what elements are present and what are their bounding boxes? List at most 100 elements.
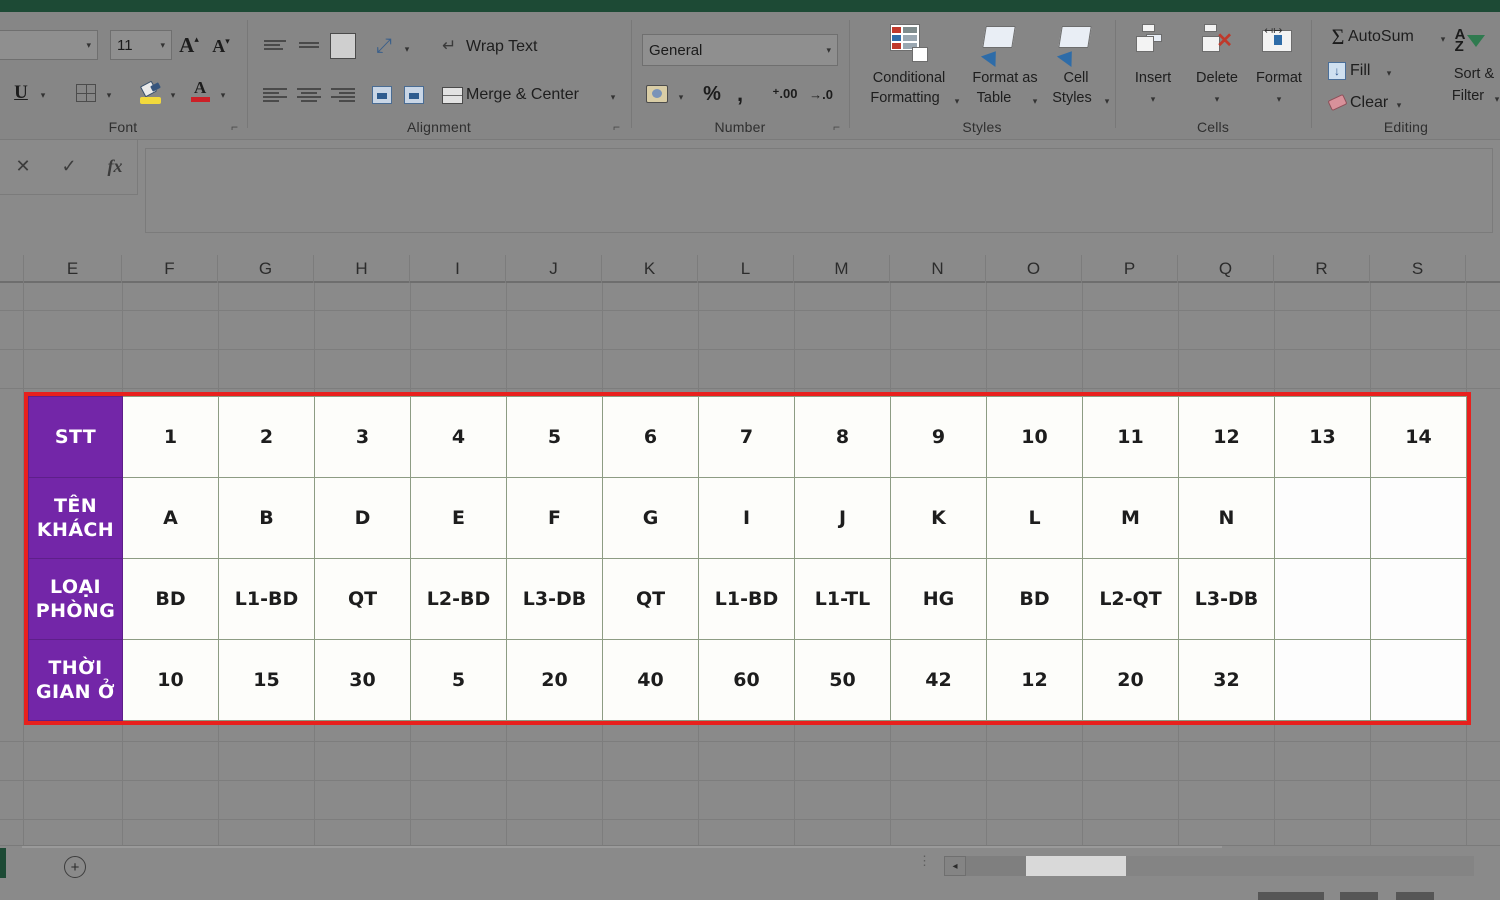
cell-stay-3[interactable]: 30 xyxy=(314,639,411,721)
table-row[interactable]: LOẠI PHÒNG BD L1-BD QT L2-BD L3-DB QT L1… xyxy=(28,558,1467,640)
number-dialog-launcher[interactable]: ⌐ xyxy=(833,120,840,134)
cell-stay-6[interactable]: 40 xyxy=(602,639,699,721)
font-name-combo[interactable]: ▾ xyxy=(0,30,98,60)
cell-room-11[interactable]: L2-QT xyxy=(1082,558,1179,640)
cell-room-5[interactable]: L3-DB xyxy=(506,558,603,640)
format-as-table-label-line2[interactable]: Table xyxy=(958,90,1030,107)
column-header-I[interactable]: I xyxy=(410,255,506,283)
percent-style-icon[interactable]: % xyxy=(700,82,724,106)
top-align-icon[interactable] xyxy=(262,34,288,56)
format-dropdown-icon[interactable]: ▾ xyxy=(1272,92,1286,106)
autosum-icon[interactable]: Σ xyxy=(1326,24,1350,50)
cell-room-13[interactable] xyxy=(1274,558,1371,640)
scroll-left-button[interactable]: ◂ xyxy=(944,856,966,876)
table-row[interactable]: STT 1 2 3 4 5 6 7 8 9 10 11 12 13 14 xyxy=(28,396,1467,478)
comma-style-icon[interactable]: , xyxy=(730,81,750,106)
column-header-L[interactable]: L xyxy=(698,255,794,283)
cell-room-14[interactable] xyxy=(1370,558,1467,640)
split-handle[interactable]: ⋮ xyxy=(918,854,931,867)
cell-stay-7[interactable]: 60 xyxy=(698,639,795,721)
new-sheet-button[interactable]: + xyxy=(64,856,86,878)
font-dialog-launcher[interactable]: ⌐ xyxy=(231,120,238,134)
cell-name-9[interactable]: K xyxy=(890,477,987,559)
cell-name-12[interactable]: N xyxy=(1178,477,1275,559)
autosum-dropdown-icon[interactable]: ▾ xyxy=(1436,32,1450,46)
cell-stt-2[interactable]: 2 xyxy=(218,396,315,478)
cell-styles-label-line1[interactable]: Cell xyxy=(1042,70,1110,87)
format-label[interactable]: Format xyxy=(1246,70,1312,87)
merge-center-dropdown-icon[interactable]: ▾ xyxy=(606,90,620,104)
cell-name-13[interactable] xyxy=(1274,477,1371,559)
cell-stay-12[interactable]: 32 xyxy=(1178,639,1275,721)
align-left-icon[interactable] xyxy=(262,84,288,106)
number-format-combo[interactable]: General ▾ xyxy=(642,34,838,66)
cell-stay-2[interactable]: 15 xyxy=(218,639,315,721)
increase-decimal-icon[interactable]: ⁺.00 xyxy=(770,82,800,106)
decrease-decimal-icon[interactable]: →.0 xyxy=(806,82,836,106)
confirm-icon[interactable]: ✓ xyxy=(62,156,77,177)
cell-stt-12[interactable]: 12 xyxy=(1178,396,1275,478)
alignment-dialog-launcher[interactable]: ⌐ xyxy=(613,120,620,134)
cell-styles-dropdown-icon[interactable]: ▾ xyxy=(1100,94,1114,108)
orientation-icon[interactable]: ⤢ xyxy=(370,32,398,60)
cell-stay-10[interactable]: 12 xyxy=(986,639,1083,721)
fill-dropdown-icon[interactable]: ▾ xyxy=(1382,66,1396,80)
column-header-K[interactable]: K xyxy=(602,255,698,283)
horizontal-scrollbar[interactable]: ◂ xyxy=(944,856,1474,876)
scrollbar-track[interactable] xyxy=(966,856,1026,876)
cell-stt-10[interactable]: 10 xyxy=(986,396,1083,478)
cell-stt-11[interactable]: 11 xyxy=(1082,396,1179,478)
font-size-combo[interactable]: 11 ▾ xyxy=(110,30,172,60)
accounting-format-icon[interactable] xyxy=(644,82,670,106)
cell-room-12[interactable]: L3-DB xyxy=(1178,558,1275,640)
format-as-table-label-line1[interactable]: Format as xyxy=(960,70,1050,87)
column-header-M[interactable]: M xyxy=(794,255,890,283)
format-cells-icon[interactable]: ↤↦ xyxy=(1262,24,1296,56)
decrease-indent-icon[interactable] xyxy=(370,84,394,106)
cell-styles-label-line2[interactable]: Styles xyxy=(1038,90,1106,107)
cell-name-8[interactable]: J xyxy=(794,477,891,559)
column-header-S[interactable]: S xyxy=(1370,255,1466,283)
delete-cells-icon[interactable]: ✕ xyxy=(1200,24,1234,56)
cell-room-2[interactable]: L1-BD xyxy=(218,558,315,640)
cell-room-10[interactable]: BD xyxy=(986,558,1083,640)
insert-cells-icon[interactable] xyxy=(1136,24,1170,56)
cell-stt-5[interactable]: 5 xyxy=(506,396,603,478)
column-header-R[interactable]: R xyxy=(1274,255,1370,283)
cell-stt-9[interactable]: 9 xyxy=(890,396,987,478)
cell-stay-4[interactable]: 5 xyxy=(410,639,507,721)
cell-stay-1[interactable]: 10 xyxy=(122,639,219,721)
column-header-O[interactable]: O xyxy=(986,255,1082,283)
clear-icon[interactable] xyxy=(1326,92,1348,112)
cell-stay-14[interactable] xyxy=(1370,639,1467,721)
conditional-formatting-label-line1[interactable]: Conditional xyxy=(850,70,968,87)
cell-name-5[interactable]: F xyxy=(506,477,603,559)
conditional-formatting-icon[interactable] xyxy=(888,22,928,62)
merge-center-icon[interactable] xyxy=(440,84,464,106)
autosum-label[interactable]: AutoSum xyxy=(1348,28,1448,45)
fill-color-icon[interactable] xyxy=(138,80,164,106)
cell-name-4[interactable]: E xyxy=(410,477,507,559)
cell-name-14[interactable] xyxy=(1370,477,1467,559)
borders-dropdown-icon[interactable]: ▾ xyxy=(102,88,116,102)
cell-room-3[interactable]: QT xyxy=(314,558,411,640)
cell-styles-icon[interactable] xyxy=(1056,24,1096,68)
cell-room-6[interactable]: QT xyxy=(602,558,699,640)
cell-room-1[interactable]: BD xyxy=(122,558,219,640)
column-header-F[interactable]: F xyxy=(122,255,218,283)
cell-room-4[interactable]: L2-BD xyxy=(410,558,507,640)
cell-stt-6[interactable]: 6 xyxy=(602,396,699,478)
wrap-text-icon[interactable]: ↵ xyxy=(440,34,464,58)
conditional-formatting-label-line2[interactable]: Formatting xyxy=(846,90,964,107)
wrap-text-label[interactable]: Wrap Text xyxy=(466,38,576,55)
column-header-E[interactable]: E xyxy=(24,255,122,283)
underline-button[interactable]: U xyxy=(8,80,34,106)
cell-stay-11[interactable]: 20 xyxy=(1082,639,1179,721)
delete-label[interactable]: Delete xyxy=(1184,70,1250,87)
font-color-icon[interactable]: A xyxy=(188,78,214,106)
column-header-Q[interactable]: Q xyxy=(1178,255,1274,283)
cell-stay-8[interactable]: 50 xyxy=(794,639,891,721)
insert-function-icon[interactable]: fx xyxy=(108,156,123,177)
cell-room-9[interactable]: HG xyxy=(890,558,987,640)
cell-name-6[interactable]: G xyxy=(602,477,699,559)
